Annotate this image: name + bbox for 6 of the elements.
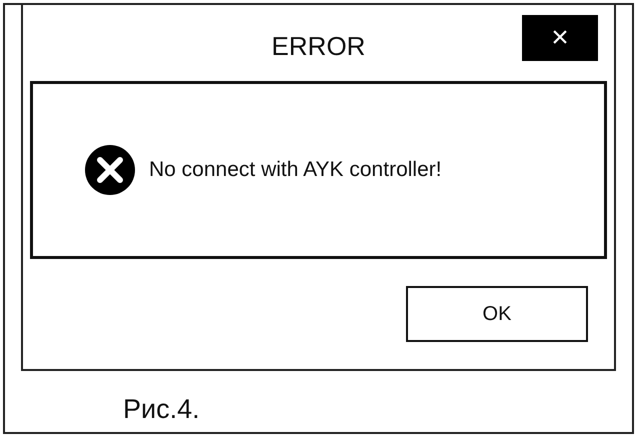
close-button[interactable]: × xyxy=(522,15,598,61)
dialog-title: ERROR xyxy=(272,30,366,62)
error-message: No connect with AYK controller! xyxy=(149,157,442,184)
figure-caption: Рис.4. xyxy=(122,393,201,426)
error-icon xyxy=(83,143,137,197)
ok-button[interactable]: OK xyxy=(406,286,588,342)
